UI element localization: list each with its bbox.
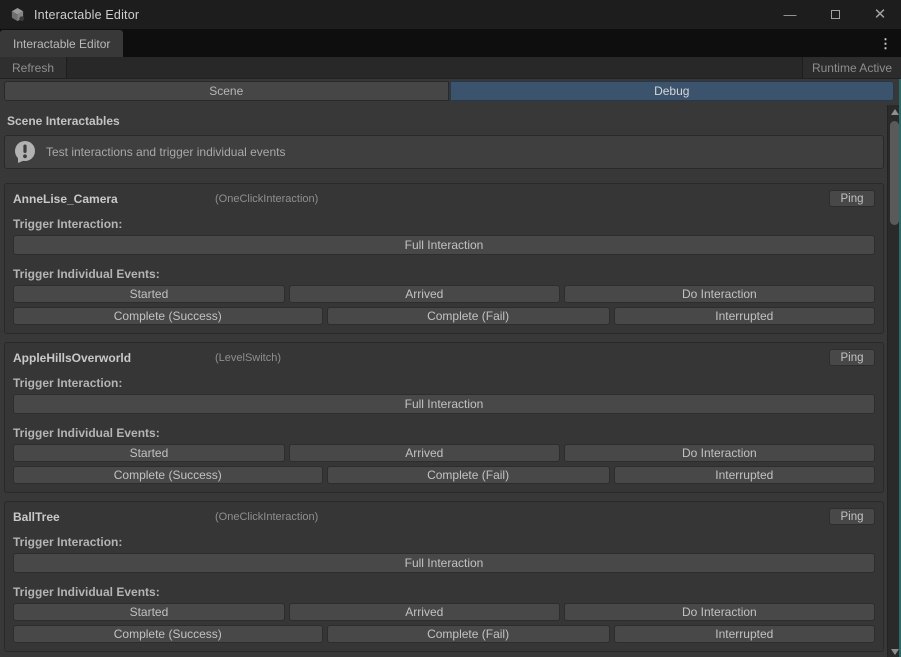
section-title: Scene Interactables bbox=[4, 114, 884, 128]
window-controls: — ✕ bbox=[783, 8, 887, 22]
arrived-button[interactable]: Arrived bbox=[289, 444, 560, 462]
kebab-menu-icon[interactable]: ⋮ bbox=[870, 37, 901, 50]
complete-fail-button[interactable]: Complete (Fail) bbox=[327, 307, 610, 325]
interrupted-button[interactable]: Interrupted bbox=[614, 625, 875, 643]
trigger-interaction-label: Trigger Interaction: bbox=[13, 535, 875, 549]
started-button[interactable]: Started bbox=[13, 444, 285, 462]
event-button-row: Started Arrived Do Interaction bbox=[13, 603, 875, 621]
complete-success-button[interactable]: Complete (Success) bbox=[13, 466, 323, 484]
minimize-button[interactable]: — bbox=[783, 8, 797, 22]
interrupted-button[interactable]: Interrupted bbox=[614, 466, 875, 484]
toolbar: Refresh Runtime Active bbox=[0, 57, 901, 79]
interactable-entry: BallTree (OneClickInteraction) Ping Trig… bbox=[4, 501, 884, 652]
tab-debug[interactable]: Debug bbox=[450, 81, 895, 101]
ping-button[interactable]: Ping bbox=[829, 508, 875, 525]
entry-type: (LevelSwitch) bbox=[215, 352, 829, 364]
do-interaction-button[interactable]: Do Interaction bbox=[564, 285, 875, 303]
entry-header: AnneLise_Camera (OneClickInteraction) Pi… bbox=[13, 190, 875, 207]
tab-label: Interactable Editor bbox=[13, 37, 110, 51]
scroll-area: Scene Interactables Test interactions an… bbox=[0, 105, 887, 657]
entry-header: AppleHillsOverworld (LevelSwitch) Ping bbox=[13, 349, 875, 366]
entry-header: BallTree (OneClickInteraction) Ping bbox=[13, 508, 875, 525]
entry-name: AppleHillsOverworld bbox=[13, 351, 215, 365]
interrupted-button[interactable]: Interrupted bbox=[614, 307, 875, 325]
started-button[interactable]: Started bbox=[13, 285, 285, 303]
do-interaction-button[interactable]: Do Interaction bbox=[564, 603, 875, 621]
main-panel: Scene Debug Scene Interactables Test int… bbox=[0, 81, 901, 657]
event-button-row: Started Arrived Do Interaction bbox=[13, 444, 875, 462]
help-box-text: Test interactions and trigger individual… bbox=[46, 145, 285, 159]
tab-scene[interactable]: Scene bbox=[4, 81, 449, 101]
close-button[interactable]: ✕ bbox=[873, 8, 887, 22]
maximize-button[interactable] bbox=[828, 8, 842, 22]
complete-success-button[interactable]: Complete (Success) bbox=[13, 625, 323, 643]
full-interaction-button[interactable]: Full Interaction bbox=[13, 235, 875, 255]
do-interaction-button[interactable]: Do Interaction bbox=[564, 444, 875, 462]
full-interaction-button[interactable]: Full Interaction bbox=[13, 553, 875, 573]
entry-type: (OneClickInteraction) bbox=[215, 193, 829, 205]
ping-button[interactable]: Ping bbox=[829, 349, 875, 366]
interactable-entry: AnneLise_Camera (OneClickInteraction) Pi… bbox=[4, 183, 884, 334]
complete-success-button[interactable]: Complete (Success) bbox=[13, 307, 323, 325]
editor-tabbar: Interactable Editor ⋮ bbox=[0, 29, 901, 57]
arrived-button[interactable]: Arrived bbox=[289, 285, 560, 303]
runtime-active-toggle[interactable]: Runtime Active bbox=[802, 57, 901, 78]
window-titlebar: Interactable Editor — ✕ bbox=[0, 0, 901, 29]
interactable-entry: AppleHillsOverworld (LevelSwitch) Ping T… bbox=[4, 342, 884, 493]
entry-type: (OneClickInteraction) bbox=[215, 511, 829, 523]
started-button[interactable]: Started bbox=[13, 603, 285, 621]
trigger-events-label: Trigger Individual Events: bbox=[13, 267, 875, 281]
unity-cube-icon bbox=[10, 7, 26, 23]
event-button-row: Complete (Success) Complete (Fail) Inter… bbox=[13, 307, 875, 325]
trigger-interaction-label: Trigger Interaction: bbox=[13, 217, 875, 231]
trigger-events-label: Trigger Individual Events: bbox=[13, 426, 875, 440]
maximize-icon bbox=[831, 10, 840, 19]
tab-interactable-editor[interactable]: Interactable Editor bbox=[0, 30, 123, 57]
entry-name: AnneLise_Camera bbox=[13, 192, 215, 206]
scrollbar-thumb[interactable] bbox=[890, 121, 899, 225]
refresh-button[interactable]: Refresh bbox=[0, 57, 67, 78]
complete-fail-button[interactable]: Complete (Fail) bbox=[327, 625, 610, 643]
view-mode-tabs: Scene Debug bbox=[4, 81, 894, 101]
ping-button[interactable]: Ping bbox=[829, 190, 875, 207]
event-button-row: Complete (Success) Complete (Fail) Inter… bbox=[13, 466, 875, 484]
full-interaction-button[interactable]: Full Interaction bbox=[13, 394, 875, 414]
arrived-button[interactable]: Arrived bbox=[289, 603, 560, 621]
window-title: Interactable Editor bbox=[34, 8, 139, 22]
event-button-row: Complete (Success) Complete (Fail) Inter… bbox=[13, 625, 875, 643]
trigger-events-label: Trigger Individual Events: bbox=[13, 585, 875, 599]
trigger-interaction-label: Trigger Interaction: bbox=[13, 376, 875, 390]
entry-name: BallTree bbox=[13, 510, 215, 524]
complete-fail-button[interactable]: Complete (Fail) bbox=[327, 466, 610, 484]
info-speech-bubble-icon bbox=[14, 140, 36, 164]
event-button-row: Started Arrived Do Interaction bbox=[13, 285, 875, 303]
help-box: Test interactions and trigger individual… bbox=[4, 135, 884, 169]
